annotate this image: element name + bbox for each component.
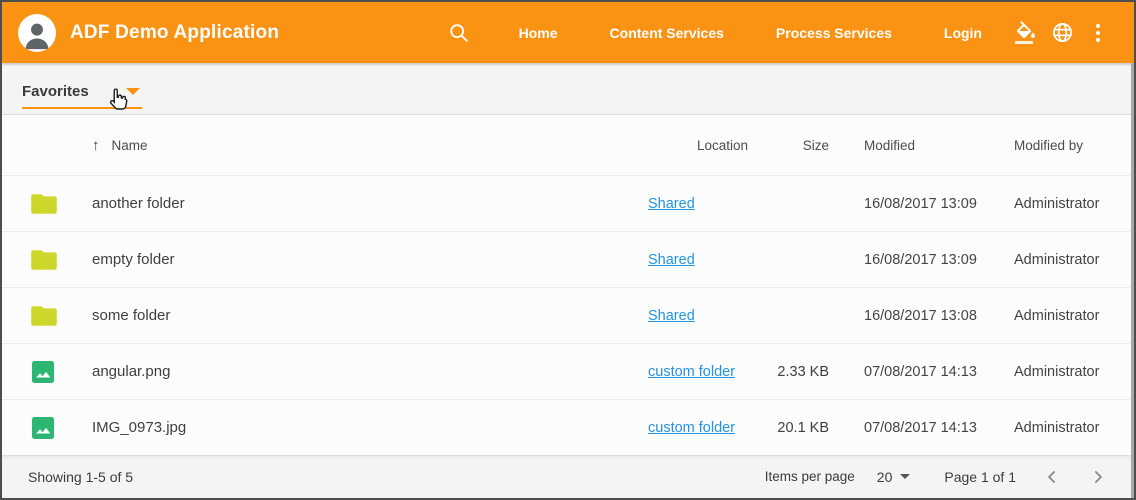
table-row[interactable]: empty folder Shared 16/08/2017 13:09 Adm… [2,231,1134,287]
modified-date: 07/08/2017 14:13 [864,420,1014,436]
location-link[interactable]: custom folder [648,420,735,436]
table-row[interactable]: some folder Shared 16/08/2017 13:08 Admi… [2,287,1134,343]
modified-by: Administrator [1014,308,1134,324]
app-header: ADF Demo Application Home Content Servic… [2,2,1134,63]
table-row[interactable]: another folder Shared 16/08/2017 13:09 A… [2,175,1134,231]
chevron-left-icon [1042,467,1062,487]
column-header-location[interactable]: Location [648,138,748,153]
table-row[interactable]: angular.png custom folder 2.33 KB 07/08/… [2,343,1134,399]
column-header-modified-by[interactable]: Modified by [1014,138,1134,153]
chevron-down-icon [900,474,910,479]
nav-process-services[interactable]: Process Services [762,15,906,51]
modified-by: Administrator [1014,252,1134,268]
paint-bucket-icon [1014,21,1038,45]
person-icon [20,18,54,52]
showing-range: Showing 1-5 of 5 [28,469,133,485]
file-name[interactable]: angular.png [92,363,648,380]
previous-page-button[interactable] [1042,467,1062,487]
view-selector-bar: Favorites [2,63,1134,115]
avatar[interactable] [18,14,56,52]
more-menu-button[interactable] [1080,15,1116,51]
file-size: 20.1 KB [748,420,829,436]
items-per-page-select[interactable]: 20 [877,469,911,485]
next-page-button[interactable] [1088,467,1108,487]
view-selector-label: Favorites [22,83,89,100]
page-info: Page 1 of 1 [944,469,1016,485]
image-file-icon [31,416,55,440]
location-link[interactable]: Shared [648,308,695,324]
file-name[interactable]: another folder [92,195,648,212]
search-button[interactable] [441,15,477,51]
folder-icon [31,305,57,327]
column-header-size[interactable]: Size [748,138,829,153]
file-name[interactable]: some folder [92,307,648,324]
theme-color-button[interactable] [1008,15,1044,51]
sort-ascending-icon: ↑ [92,137,100,154]
app-title: ADF Demo Application [70,22,279,44]
language-button[interactable] [1044,15,1080,51]
globe-icon [1051,21,1074,44]
location-link[interactable]: Shared [648,252,695,268]
column-header-name[interactable]: ↑ Name [92,137,648,154]
image-file-icon [31,360,55,384]
nav-login[interactable]: Login [930,15,996,51]
modified-by: Administrator [1014,196,1134,212]
table-row[interactable]: IMG_0973.jpg custom folder 20.1 KB 07/08… [2,399,1134,455]
modified-date: 16/08/2017 13:09 [864,196,1014,212]
location-link[interactable]: custom folder [648,364,735,380]
location-link[interactable]: Shared [648,196,695,212]
modified-date: 16/08/2017 13:08 [864,308,1014,324]
document-list: ↑ Name Location Size Modified Modified b… [2,115,1134,455]
paginator: Showing 1-5 of 5 Items per page 20 Page … [2,455,1134,497]
app-window: ADF Demo Application Home Content Servic… [0,0,1136,500]
folder-icon [31,249,57,271]
chevron-right-icon [1088,467,1108,487]
scrollbar[interactable] [1131,63,1134,498]
kebab-icon [1096,24,1100,42]
search-icon [448,22,470,44]
nav-content-services[interactable]: Content Services [596,15,738,51]
table-header-row: ↑ Name Location Size Modified Modified b… [2,115,1134,175]
items-per-page-label: Items per page [765,469,855,484]
modified-by: Administrator [1014,364,1134,380]
hand-cursor-icon [106,87,132,113]
modified-date: 16/08/2017 13:09 [864,252,1014,268]
nav-home[interactable]: Home [505,15,572,51]
column-header-modified[interactable]: Modified [864,138,1014,153]
folder-icon [31,193,57,215]
file-name[interactable]: IMG_0973.jpg [92,419,648,436]
modified-by: Administrator [1014,420,1134,436]
file-size: 2.33 KB [748,364,829,380]
modified-date: 07/08/2017 14:13 [864,364,1014,380]
file-name[interactable]: empty folder [92,251,648,268]
